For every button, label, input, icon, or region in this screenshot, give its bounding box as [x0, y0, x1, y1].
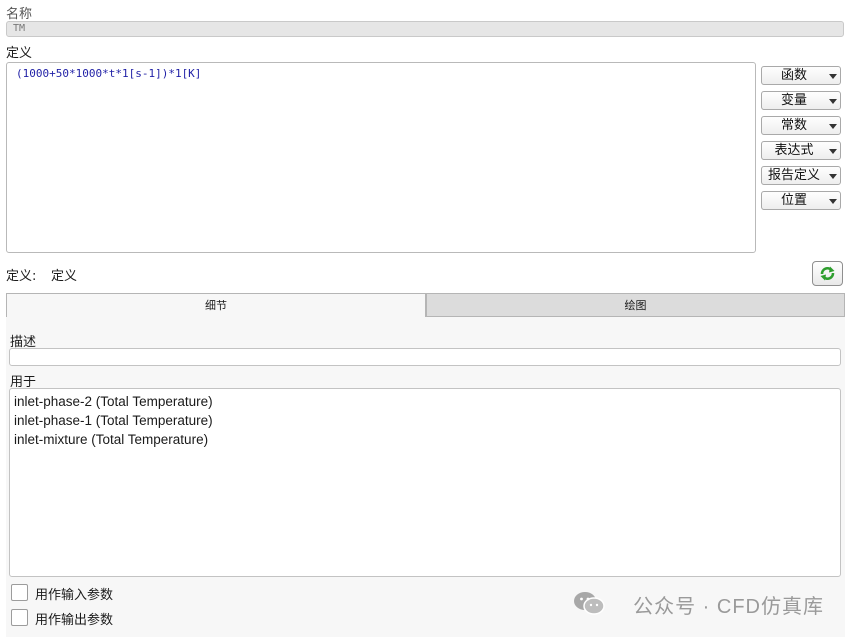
used-in-list[interactable]: inlet-phase-2 (Total Temperature) inlet-… [9, 388, 841, 577]
name-field[interactable]: TM [6, 21, 844, 37]
list-item[interactable]: inlet-phase-1 (Total Temperature) [14, 411, 836, 430]
constants-dropdown-button[interactable]: 常数 [761, 116, 841, 135]
report-definitions-label: 报告定义 [767, 168, 820, 183]
chevron-down-icon [829, 149, 837, 154]
use-as-output-parameter-label: 用作输出参数 [35, 613, 114, 628]
definition-editor[interactable]: (1000+50*1000*t*1[s-1])*1[K] [6, 62, 756, 253]
use-as-output-parameter-checkbox[interactable] [11, 609, 28, 626]
expressions-dropdown-button[interactable]: 表达式 [761, 141, 841, 160]
chevron-down-icon [829, 174, 837, 179]
chevron-down-icon [829, 99, 837, 104]
list-item[interactable]: inlet-mixture (Total Temperature) [14, 430, 836, 449]
description-field[interactable] [9, 348, 841, 366]
chevron-down-icon [829, 74, 837, 79]
expressions-label: 表达式 [774, 143, 814, 158]
functions-label: 函数 [780, 68, 807, 83]
use-as-input-parameter-label: 用作输入参数 [35, 588, 114, 603]
tab-details[interactable]: 细节 [6, 293, 426, 317]
name-label: 名称 [6, 7, 33, 22]
functions-dropdown-button[interactable]: 函数 [761, 66, 841, 85]
variables-dropdown-button[interactable]: 变量 [761, 91, 841, 110]
definition-status-key: 定义: [6, 269, 37, 284]
definition-status-value: 定义 [51, 269, 78, 284]
chevron-down-icon [829, 124, 837, 129]
chevron-down-icon [829, 199, 837, 204]
tab-plot[interactable]: 绘图 [426, 293, 845, 317]
use-as-input-parameter-checkbox[interactable] [11, 584, 28, 601]
locations-dropdown-button[interactable]: 位置 [761, 191, 841, 210]
refresh-icon [820, 266, 835, 281]
wechat-icon [574, 592, 605, 615]
locations-label: 位置 [780, 193, 807, 208]
constants-label: 常数 [780, 118, 807, 133]
report-definitions-dropdown-button[interactable]: 报告定义 [761, 166, 841, 185]
refresh-button[interactable] [812, 261, 843, 286]
watermark: 公众号 · CFD仿真库 [633, 596, 824, 618]
variables-label: 变量 [780, 93, 807, 108]
list-item[interactable]: inlet-phase-2 (Total Temperature) [14, 392, 836, 411]
definition-label: 定义 [6, 46, 33, 61]
